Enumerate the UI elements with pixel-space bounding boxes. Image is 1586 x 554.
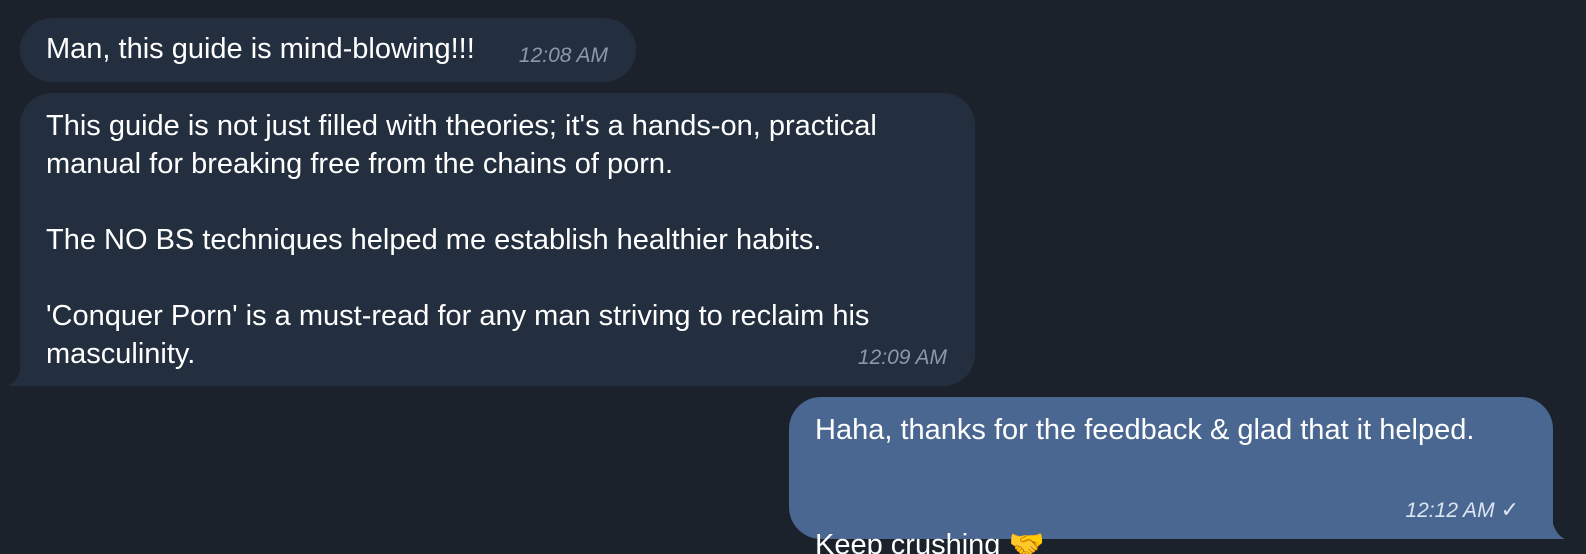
message-time: 12:12 AM [1405,499,1495,522]
message-bubble-incoming[interactable]: This guide is not just filled with theor… [20,93,975,386]
message-text: This guide is not just filled with theor… [46,110,877,370]
message-bubble-outgoing[interactable]: Haha, thanks for the feedback & glad tha… [789,397,1553,554]
message-bubble-incoming[interactable]: Man, this guide is mind-blowing!!! 12:08… [20,18,636,82]
message-timestamp: 12:09 AM [857,346,947,369]
message-text: Man, this guide is mind-blowing!!! [46,33,475,65]
message-text-line: Keep crushing [815,529,1001,554]
handshake-emoji-icon: 🤝 [1008,527,1045,554]
message-timestamp: 12:12 AM ✓ [1405,498,1519,523]
message-text-line: Haha, thanks for the feedback & glad tha… [815,414,1475,446]
bubble-tail-icon [8,360,32,386]
message-text: Haha, thanks for the feedback & glad tha… [815,411,1474,554]
bubble-tail-icon [1541,513,1565,539]
message-timestamp: 12:08 AM [518,44,608,67]
sent-check-icon: ✓ [1500,497,1519,522]
